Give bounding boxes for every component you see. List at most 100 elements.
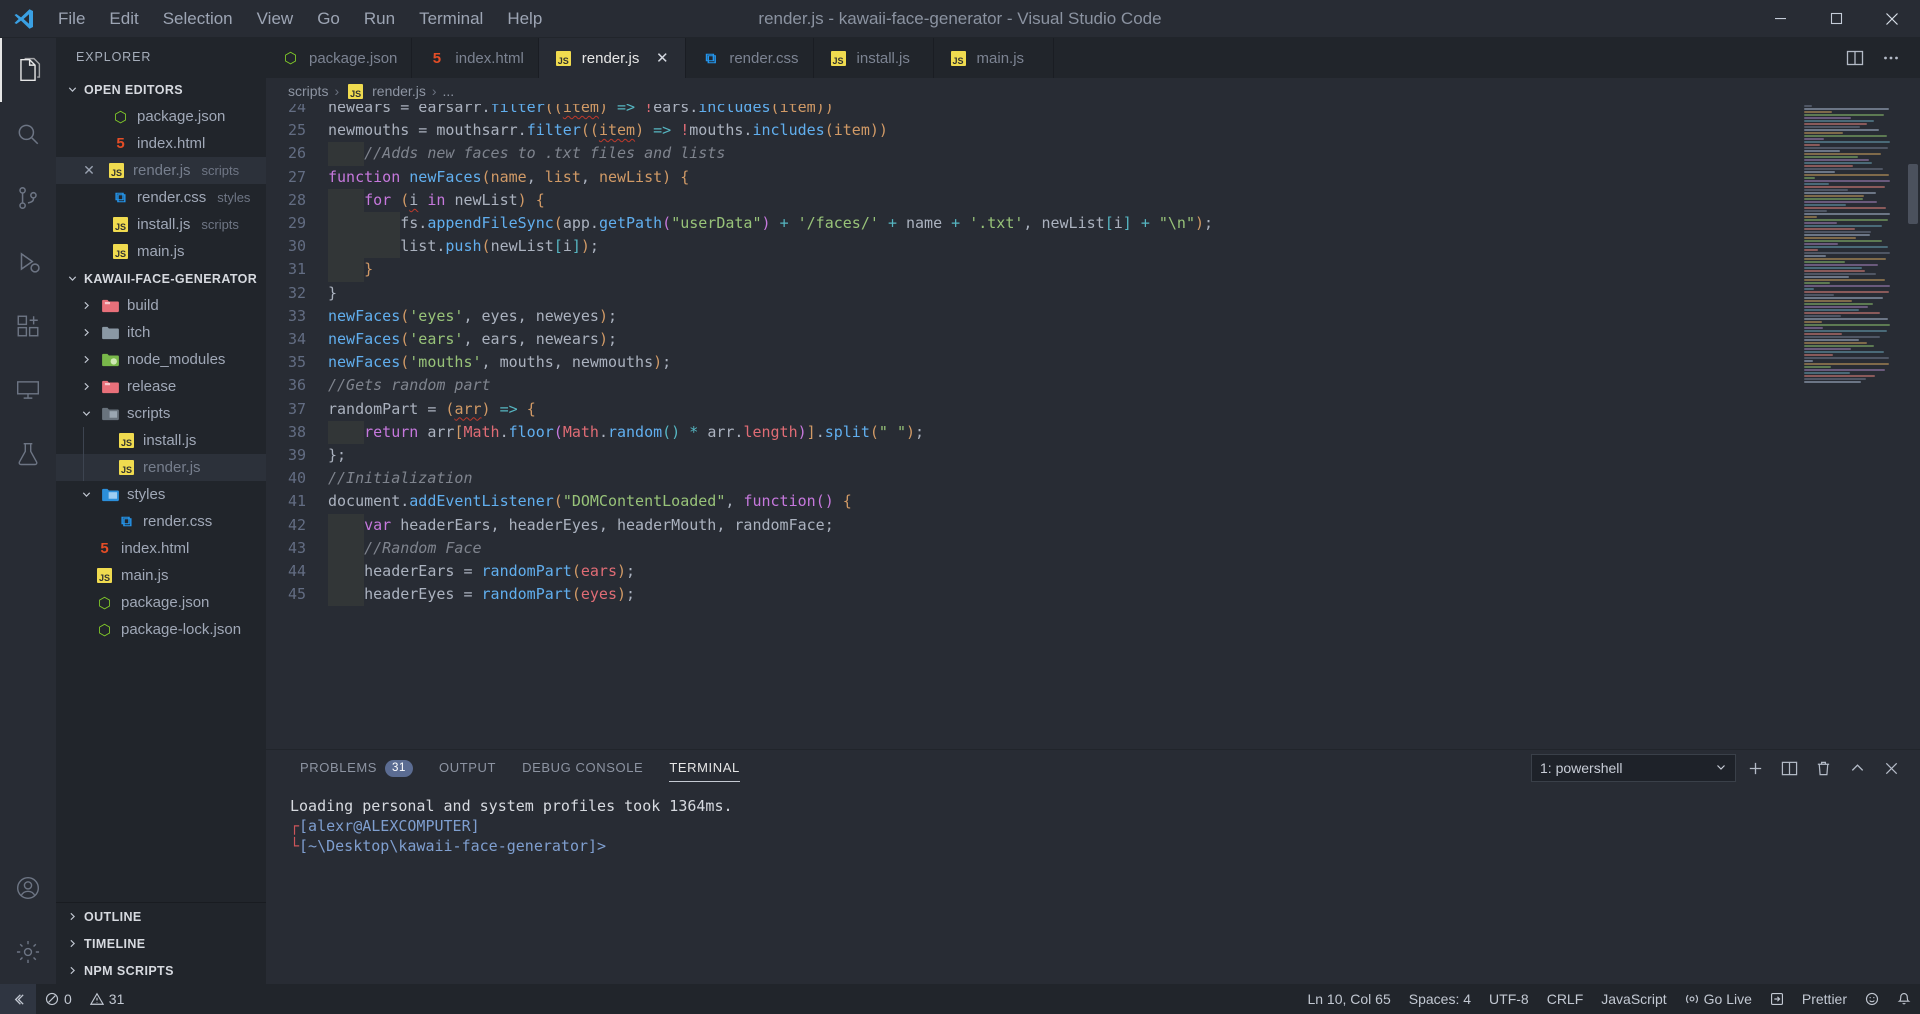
tree-file-install-js[interactable]: JS install.js (56, 427, 266, 454)
tab-terminal[interactable]: TERMINAL (657, 750, 752, 786)
npm-scripts-section[interactable]: NPM SCRIPTS (56, 957, 266, 984)
terminal-selector[interactable]: 1: powershell (1531, 754, 1736, 782)
panel-actions[interactable]: 1: powershell (1531, 753, 1920, 783)
tab-bar[interactable]: ⬡ package.json 5 index.html JS render.js… (266, 38, 1920, 78)
tree-folder-scripts[interactable]: scripts (56, 400, 266, 427)
split-editor-icon[interactable] (1840, 43, 1870, 73)
indentation[interactable]: Spaces: 4 (1400, 984, 1480, 1014)
feedback-smiley-icon[interactable] (1856, 984, 1888, 1014)
source-control-icon[interactable] (0, 166, 56, 230)
code-editor[interactable]: 24 newears = earsarr.filter((item) => !ea… (266, 104, 1920, 749)
tab-problems[interactable]: PROBLEMS 31 (288, 750, 425, 786)
open-editor-render-js[interactable]: ✕ JS render.js scripts (56, 157, 266, 184)
split-terminal-icon[interactable] (1774, 753, 1804, 783)
prettier-status[interactable]: Prettier (1793, 984, 1856, 1014)
tab-render-js[interactable]: JS render.js ✕ (538, 38, 687, 78)
tab-main-js[interactable]: JS main.js (933, 38, 1054, 78)
encoding[interactable]: UTF-8 (1480, 984, 1538, 1014)
eol[interactable]: CRLF (1538, 984, 1593, 1014)
outline-section[interactable]: OUTLINE (56, 903, 266, 930)
code-viewport[interactable]: 24 newears = earsarr.filter((item) => !ea… (266, 104, 1800, 749)
menu-go[interactable]: Go (305, 0, 352, 38)
minimap[interactable] (1800, 104, 1906, 749)
tree-folder-itch[interactable]: itch (56, 319, 266, 346)
tab-install-js[interactable]: JS install.js (813, 38, 934, 78)
go-live[interactable]: Go Live (1676, 984, 1761, 1014)
close-button[interactable] (1864, 0, 1920, 38)
remote-indicator[interactable] (0, 984, 36, 1014)
menu-run[interactable]: Run (352, 0, 407, 38)
tree-file-render-js[interactable]: JS render.js (56, 454, 266, 481)
menu-file[interactable]: File (46, 0, 97, 38)
scrollbar-thumb[interactable] (1908, 164, 1918, 224)
open-editor-main-js[interactable]: JS main.js (56, 238, 266, 265)
sidebar-content[interactable]: OPEN EDITORS ⬡ package.json 5 index.html… (56, 76, 266, 902)
tab-render-css[interactable]: ⧉ render.css (686, 38, 814, 78)
timeline-section[interactable]: TIMELINE (56, 930, 266, 957)
open-editor-install-js[interactable]: JS install.js scripts (56, 211, 266, 238)
panel-tabs[interactable]: PROBLEMS 31 OUTPUT DEBUG CONSOLE TERMINA… (266, 750, 1920, 786)
source-code[interactable]: 24 newears = earsarr.filter((item) => !ea… (266, 104, 1213, 607)
breadcrumb[interactable]: scripts › JS render.js › ... (266, 78, 1920, 104)
menu-help[interactable]: Help (495, 0, 554, 38)
tree-file-index-html[interactable]: 5 index.html (56, 535, 266, 562)
cursor-position[interactable]: Ln 10, Col 65 (1298, 984, 1399, 1014)
tab-debug-console[interactable]: DEBUG CONSOLE (510, 750, 655, 786)
test-beaker-icon[interactable] (0, 422, 56, 486)
open-editor-render-css[interactable]: ⧉ render.css styles (56, 184, 266, 211)
menu-edit[interactable]: Edit (97, 0, 150, 38)
close-icon[interactable]: ✕ (78, 162, 100, 179)
remote-explorer-icon[interactable] (0, 358, 56, 422)
project-header[interactable]: KAWAII-FACE-GENERATOR (56, 265, 266, 292)
kill-terminal-icon[interactable] (1808, 753, 1838, 783)
status-bar[interactable]: 0 31 Ln 10, Col 65 Spaces: 4 UTF-8 CRLF … (0, 984, 1920, 1014)
errors-count[interactable]: 0 (36, 984, 81, 1014)
language-mode[interactable]: JavaScript (1592, 984, 1675, 1014)
menu-view[interactable]: View (245, 0, 306, 38)
more-actions-icon[interactable] (1876, 43, 1906, 73)
tree-folder-release[interactable]: release (56, 373, 266, 400)
window-controls[interactable] (1752, 0, 1920, 38)
warnings-count[interactable]: 31 (81, 984, 134, 1014)
activity-bar[interactable] (0, 38, 56, 984)
breadcrumb-folder[interactable]: scripts (288, 83, 328, 99)
maximize-panel-icon[interactable] (1842, 753, 1872, 783)
extensions-icon[interactable] (0, 294, 56, 358)
tab-output[interactable]: OUTPUT (427, 750, 508, 786)
menu-terminal[interactable]: Terminal (407, 0, 495, 38)
terminal-output[interactable]: Loading personal and system profiles too… (266, 786, 1920, 984)
sidebar-collapsed-sections[interactable]: OUTLINE TIMELINE NPM SCRIPTS (56, 902, 266, 984)
tree-file-package-json[interactable]: ⬡ package.json (56, 589, 266, 616)
status-left[interactable]: 0 31 (0, 984, 133, 1014)
search-icon[interactable] (0, 102, 56, 166)
new-terminal-icon[interactable] (1740, 753, 1770, 783)
tree-folder-styles[interactable]: styles (56, 481, 266, 508)
tree-file-render-css[interactable]: ⧉ render.css (56, 508, 266, 535)
tab-index-html[interactable]: 5 index.html (412, 38, 539, 78)
breadcrumb-file[interactable]: render.js (372, 83, 426, 99)
status-right[interactable]: Ln 10, Col 65 Spaces: 4 UTF-8 CRLF JavaS… (1298, 984, 1920, 1014)
explorer-icon[interactable] (0, 38, 56, 102)
open-editors-header[interactable]: OPEN EDITORS (56, 76, 266, 103)
open-editor-index-html[interactable]: 5 index.html (56, 130, 266, 157)
tree-folder-node-modules[interactable]: node_modules (56, 346, 266, 373)
breadcrumb-symbol[interactable]: ... (443, 83, 455, 99)
minimize-button[interactable] (1752, 0, 1808, 38)
close-icon[interactable]: ✕ (653, 49, 671, 67)
accounts-icon[interactable] (0, 856, 56, 920)
run-debug-icon[interactable] (0, 230, 56, 294)
menu-bar[interactable]: File Edit Selection View Go Run Terminal… (46, 0, 554, 38)
tree-file-main-js[interactable]: JS main.js (56, 562, 266, 589)
tab-package-json[interactable]: ⬡ package.json (266, 38, 413, 78)
editor-scrollbar[interactable] (1906, 104, 1920, 749)
tree-folder-build[interactable]: build (56, 292, 266, 319)
close-panel-icon[interactable] (1876, 753, 1906, 783)
editor-actions[interactable] (1840, 38, 1920, 78)
settings-gear-icon[interactable] (0, 920, 56, 984)
tree-file-package-lock-json[interactable]: ⬡ package-lock.json (56, 616, 266, 643)
notifications-bell-icon[interactable] (1888, 984, 1920, 1014)
maximize-button[interactable] (1808, 0, 1864, 38)
open-editor-package-json[interactable]: ⬡ package.json (56, 103, 266, 130)
menu-selection[interactable]: Selection (151, 0, 245, 38)
port-forward-icon[interactable] (1761, 984, 1793, 1014)
